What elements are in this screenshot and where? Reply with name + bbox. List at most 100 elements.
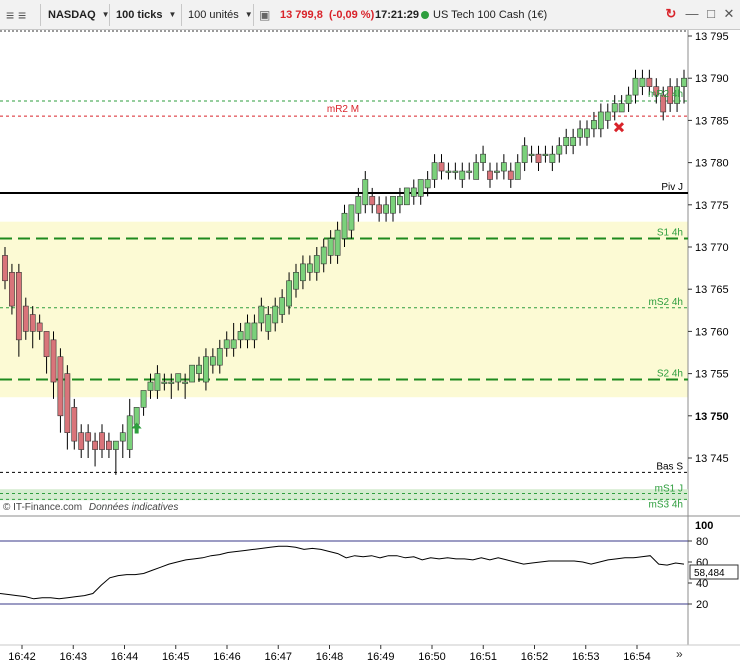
time-tick-label: 16:47	[264, 651, 292, 661]
units-dropdown[interactable]: 100 unités ▼	[188, 5, 253, 25]
candle-up	[258, 305, 265, 324]
candle-up	[272, 305, 279, 324]
level-label-s2-4h: S2 4h	[657, 369, 683, 380]
quote-time: 17:21:29	[375, 9, 420, 21]
minimize-icon[interactable]: —	[685, 7, 699, 21]
candle-up	[591, 120, 597, 130]
toolbar-separator	[253, 4, 254, 26]
refresh-icon[interactable]: ↻	[664, 7, 678, 21]
candle-down	[99, 432, 105, 450]
watermark-note: Données indicatives	[89, 502, 179, 513]
candle-up	[397, 196, 403, 206]
candle-up	[431, 162, 438, 180]
candle-up	[196, 364, 202, 374]
candle-up	[362, 179, 369, 206]
candle-down	[507, 170, 514, 180]
level-label-mr2-4h: mR2 4h	[648, 89, 683, 100]
level-label-s1-4h: S1 4h	[657, 228, 683, 239]
price-tick-label: 13 755	[695, 369, 729, 381]
candle-up	[341, 212, 348, 239]
time-tick-label: 16:51	[469, 651, 497, 661]
time-tick-label: 16:52	[521, 651, 549, 661]
candle-up	[584, 128, 590, 138]
candle-down	[15, 272, 22, 341]
candle-up	[140, 390, 147, 408]
candle-up	[286, 280, 292, 307]
candle-up	[445, 170, 452, 173]
level-label-ms3-4h: mS3 4h	[649, 499, 683, 510]
candle-up	[563, 136, 570, 147]
toolbar: ≡ ≡ NASDAQ ▼ 100 ticks ▼ 100 unités ▼ ▣ 13 …	[0, 0, 740, 30]
time-tick-label: 16:50	[418, 651, 446, 661]
time-tick-label: 16:44	[111, 651, 139, 661]
maximize-icon[interactable]: □	[704, 7, 718, 21]
candle-up	[300, 263, 306, 282]
chart-area[interactable]: mR2 M mR2 4h Piv J S1 4h mS2 4h S2 4h Ba…	[0, 30, 740, 663]
oscillator-tick-label: 40	[696, 578, 708, 590]
level-label-bas-s: Bas S	[656, 461, 683, 472]
candle-up	[480, 153, 486, 163]
time-tick-label: 16:53	[572, 651, 600, 661]
support-zone	[0, 221, 688, 398]
candle-up	[521, 145, 528, 163]
oscillator-current-value: 58,484	[694, 568, 725, 579]
candle-up	[244, 322, 251, 341]
ticks-dropdown[interactable]: 100 ticks ▼	[116, 5, 176, 25]
instrument-dropdown[interactable]: NASDAQ ▼	[48, 5, 110, 25]
time-tick-label: 16:54	[623, 651, 651, 661]
candle-up	[604, 111, 611, 121]
candle-up	[265, 314, 272, 332]
toolbar-separator	[40, 4, 41, 26]
settings-icon[interactable]: ▣	[259, 5, 270, 25]
price-tick-label: 13 745	[695, 453, 729, 465]
candle-up	[237, 331, 244, 341]
price-tick-label: 13 790	[695, 73, 729, 85]
candle-up	[133, 407, 140, 425]
candle-up	[452, 170, 459, 173]
menu-icon[interactable]: ≡ ≡	[6, 5, 26, 25]
candle-up	[500, 162, 507, 172]
candle-up	[681, 77, 687, 87]
candle-up	[251, 322, 258, 341]
price-change: (-0,09 %)	[329, 9, 375, 21]
candle-up	[410, 187, 417, 197]
candle-down	[78, 432, 85, 450]
time-tick-label: 16:45	[162, 651, 190, 661]
price-tick-label: 13 765	[695, 284, 729, 296]
candle-down	[106, 440, 112, 450]
candle-up	[147, 381, 154, 391]
candle-up	[313, 255, 320, 273]
candle-up	[348, 204, 355, 231]
price-tick-label: 13 780	[695, 158, 729, 170]
candle-down	[487, 170, 493, 180]
candle-up	[549, 153, 556, 163]
candle-down	[29, 314, 36, 332]
candle-down	[2, 255, 8, 282]
candle-up	[216, 347, 223, 366]
candle-up	[618, 103, 625, 113]
close-icon[interactable]: ✕	[722, 7, 736, 21]
candle-up	[279, 297, 286, 315]
candle-up	[203, 356, 209, 383]
candle-down	[22, 305, 29, 332]
candle-down	[9, 272, 15, 307]
level-label-mr2-m: mR2 M	[327, 104, 359, 115]
price-tick-label: 13 795	[695, 31, 729, 43]
candle-up	[494, 170, 500, 173]
chevron-down-icon: ▼	[168, 10, 177, 20]
scroll-right-icon[interactable]: »	[676, 647, 683, 661]
price-tick-label: 13 785	[695, 115, 729, 127]
candle-down	[50, 339, 57, 383]
price-tick-label: 13 760	[695, 326, 729, 338]
candle-up	[570, 136, 577, 147]
toolbar-separator	[181, 4, 182, 26]
candle-up	[403, 187, 410, 206]
candle-down	[369, 196, 376, 206]
candle-up	[625, 94, 632, 104]
level-label-ms1-j: mS1 J	[655, 483, 683, 494]
candle-up	[175, 373, 182, 383]
candle-up	[126, 415, 133, 450]
candle-down	[36, 322, 43, 332]
oscillator-tick-label: 20	[696, 599, 708, 611]
candle-up	[334, 229, 341, 256]
